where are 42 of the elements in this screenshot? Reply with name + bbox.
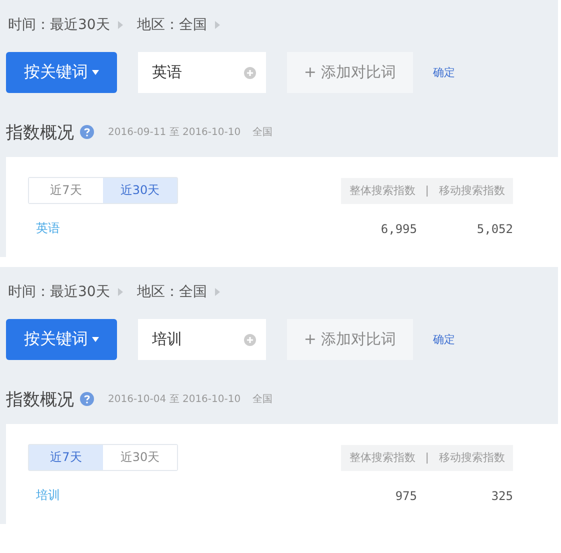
keyword-mode-button[interactable]: 按关键词 — [6, 52, 117, 93]
filter-label[interactable]: 时间：最近30天 — [8, 283, 110, 301]
metric-label: 移动搜索指数 — [439, 450, 505, 465]
metric-label: 整体搜索指数 — [349, 183, 416, 198]
metric-label: | — [425, 184, 429, 197]
add-compare-button[interactable]: + 添加对比词 — [287, 52, 413, 93]
keyword-mode-button[interactable]: 按关键词 — [6, 319, 117, 360]
overall-index-value: 6,995 — [380, 222, 417, 236]
keyword-field[interactable]: 英语 — [138, 52, 266, 93]
mobile-index-value: 325 — [490, 488, 513, 502]
confirm-link[interactable]: 确定 — [433, 65, 455, 80]
help-icon[interactable] — [80, 392, 94, 406]
metric-label: | — [425, 451, 429, 464]
keyword-link[interactable]: 英语 — [36, 220, 337, 237]
mobile-index-value: 5,052 — [476, 222, 513, 236]
metric-label: 整体搜索指数 — [349, 450, 416, 465]
add-compare-button[interactable]: + 添加对比词 — [287, 319, 413, 360]
period-tab[interactable]: 近30天 — [103, 178, 177, 203]
filter-label[interactable]: 地区：全国 — [136, 16, 207, 34]
help-icon[interactable] — [80, 125, 94, 139]
section-heading: 指数概况 — [6, 122, 74, 144]
dropdown-caret-icon — [92, 70, 99, 75]
filter-label[interactable]: 时间：最近30天 — [8, 16, 110, 34]
caret-icon — [118, 288, 123, 296]
filter-label[interactable]: 地区：全国 — [136, 283, 207, 301]
confirm-link[interactable]: 确定 — [433, 332, 455, 347]
region-label: 全国 — [252, 393, 273, 406]
keyword-field[interactable]: 培训 — [138, 319, 266, 360]
add-circle-icon[interactable] — [244, 66, 256, 78]
caret-icon — [214, 288, 220, 296]
caret-icon — [118, 21, 123, 29]
metric-label: 移动搜索指数 — [439, 183, 505, 198]
add-circle-icon[interactable] — [244, 334, 256, 346]
keyword-link[interactable]: 培训 — [36, 487, 337, 504]
caret-icon — [214, 21, 220, 29]
date-range: 2016-09-11 至 2016-10-10 — [108, 126, 241, 139]
overall-index-value: 975 — [394, 488, 417, 502]
section-heading: 指数概况 — [6, 388, 74, 410]
region-label: 全国 — [252, 126, 273, 139]
dropdown-caret-icon — [92, 337, 99, 342]
period-tab[interactable]: 近7天 — [29, 445, 103, 470]
date-range: 2016-10-04 至 2016-10-10 — [108, 393, 241, 406]
